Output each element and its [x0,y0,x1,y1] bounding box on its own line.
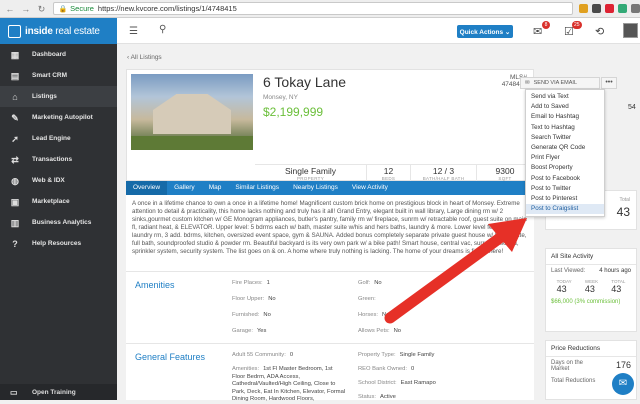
share-dropdown-menu: Send via Text Add to Saved Email to Hash… [525,89,605,217]
training-icon: ▭ [10,387,18,397]
general-features-title: General Features [135,352,206,362]
property-city: Monsey, NY [263,94,298,101]
menu-icon[interactable] [631,4,640,13]
menu-item-post-to-twitter[interactable]: Post to Twitter [526,184,604,194]
commission-text: $66,000 (3% commission) [551,299,621,305]
lock-icon: 🔒 [58,5,68,13]
extension-icon[interactable] [618,4,628,13]
sidebar-item-smart-crm[interactable]: ▤ Smart CRM [0,65,117,86]
sidebar-item-label: Help Resources [32,240,82,247]
all-listings-link[interactable]: ‹ All Listings [127,54,162,61]
sidebar-item-label: Listings [32,93,57,100]
sidebar-item-label: Marketplace [32,198,70,205]
sidebar-item-web-idx[interactable]: ◍ Web & IDX [0,170,117,191]
sidebar-item-business-analytics[interactable]: ▥ Business Analytics [0,212,117,233]
history-icon[interactable]: ⟲ [595,25,604,38]
help-icon: ? [12,238,18,249]
mail-icon[interactable]: ✉ [533,25,542,38]
menu-item-email-to-hashtag[interactable]: Email to Hashtag [526,112,604,122]
tab-gallery[interactable]: Gallery [167,181,202,195]
sidebar-item-label: Lead Engine [32,135,71,142]
transactions-icon: ⇄ [11,154,19,165]
extension-icon[interactable] [592,4,602,13]
sidebar-item-listings[interactable]: ⌂ Listings [0,86,117,107]
amenities-title: Amenities [135,280,175,290]
sidebar-item-label: Web & IDX [32,177,65,184]
listing-tabs: Overview Gallery Map Similar Listings Ne… [126,181,534,195]
reload-icon[interactable]: ↻ [36,3,48,15]
forward-icon[interactable]: → [20,3,32,15]
address-bar[interactable]: 🔒 Secure https://new.kvcore.com/listings… [53,2,574,15]
menu-item-search-twitter[interactable]: Search Twitter [526,133,604,143]
menu-item-post-to-pinterest[interactable]: Post to Pinterest [526,194,604,204]
tasks-badge: 25 [572,21,582,29]
property-card: 6 Tokay Lane Monsey, NY $2,199,999 MLS# … [126,69,534,184]
email-icon: ✉ [525,80,530,86]
tab-overview[interactable]: Overview [126,181,168,195]
analytics-icon: ▥ [10,217,20,228]
quick-actions-button[interactable]: Quick Actions ⌄ [457,25,513,38]
search-icon[interactable]: ⚲ [159,24,166,35]
back-icon[interactable]: ← [4,3,16,15]
brand-logo[interactable]: inside real estate [0,18,117,44]
tab-map[interactable]: Map [202,181,229,195]
property-title: 6 Tokay Lane [263,74,347,90]
sidebar-item-marketplace[interactable]: ▣ Marketplace [0,191,117,212]
browser-toolbar: ← → ↻ 🔒 Secure https://new.kvcore.com/li… [0,0,640,18]
tab-similar-listings[interactable]: Similar Listings [228,181,286,195]
property-photo[interactable] [131,74,253,150]
general-features-section: General Features Adult 55 Community: 0 Am… [126,343,534,402]
megaphone-icon: ✎ [11,112,19,123]
extension-icon[interactable] [579,4,589,13]
menu-item-send-via-text[interactable]: Send via Text [526,92,604,102]
site-activity-panel: All Site Activity Last Viewed: 4 hours ag… [545,248,637,332]
sidebar-item-label: Transactions [32,156,73,163]
sidebar-item-lead-engine[interactable]: ➚ Lead Engine [0,128,117,149]
logo-icon [8,24,21,38]
property-description: A once in a lifetime chance to own a onc… [126,195,534,271]
menu-item-post-to-craigslist[interactable]: Post to Craigslist [526,204,604,215]
menu-item-post-to-facebook[interactable]: Post to Facebook [526,174,604,184]
globe-icon: ◍ [11,175,19,186]
avatar[interactable] [623,23,638,38]
send-via-email-button[interactable]: ✉ SEND VIA EMAIL [520,77,600,89]
secure-label: Secure [70,4,94,13]
extension-icon[interactable] [605,4,615,13]
open-training-button[interactable]: ▭ Open Training [0,384,117,400]
url-text: https://new.kvcore.com/listings/1/474841… [97,4,237,13]
sidebar-item-transactions[interactable]: ⇄ Transactions [0,149,117,170]
home-icon: ⌂ [12,91,18,102]
marketplace-icon: ▣ [10,196,20,207]
sidebar-item-marketing-autopilot[interactable]: ✎ Marketing Autopilot [0,107,117,128]
top-bar: ☰ ⚲ Quick Actions ⌄ ✉ 8 ☑ 25 ⟲ [117,18,640,44]
sidebar-item-label: Smart CRM [32,72,68,79]
crm-icon: ▤ [10,70,20,81]
menu-item-print-flyer[interactable]: Print Flyer [526,153,604,163]
tab-view-activity[interactable]: View Activity [345,181,395,195]
sidebar: inside real estate ▦ Dashboard ▤ Smart CRM ⌂… [0,18,117,400]
amenities-section: Amenities Fire Places: 1 Floor Upper: No F… [126,271,534,343]
sidebar-item-label: Business Analytics [32,219,92,226]
sidebar-item-label: Dashboard [32,51,66,58]
sidebar-item-dashboard[interactable]: ▦ Dashboard [0,44,117,65]
property-price: $2,199,999 [263,105,324,119]
more-actions-button[interactable]: ••• [601,77,617,89]
menu-item-text-to-hashtag[interactable]: Text to Hashtag [526,123,604,133]
sidebar-item-help-resources[interactable]: ? Help Resources [0,233,117,254]
menu-item-generate-qr-code[interactable]: Generate QR Code [526,143,604,153]
menu-item-boost-property[interactable]: Boost Property [526,163,604,173]
rocket-icon: ➚ [11,133,19,144]
sidebar-item-label: Marketing Autopilot [32,114,93,121]
chat-help-button[interactable]: ✉ [612,373,634,395]
tab-nearby-listings[interactable]: Nearby Listings [286,181,345,195]
mail-badge: 8 [542,21,550,29]
hamburger-icon[interactable]: ☰ [129,26,138,37]
menu-item-add-to-saved[interactable]: Add to Saved [526,102,604,112]
dashboard-icon: ▦ [10,49,20,60]
